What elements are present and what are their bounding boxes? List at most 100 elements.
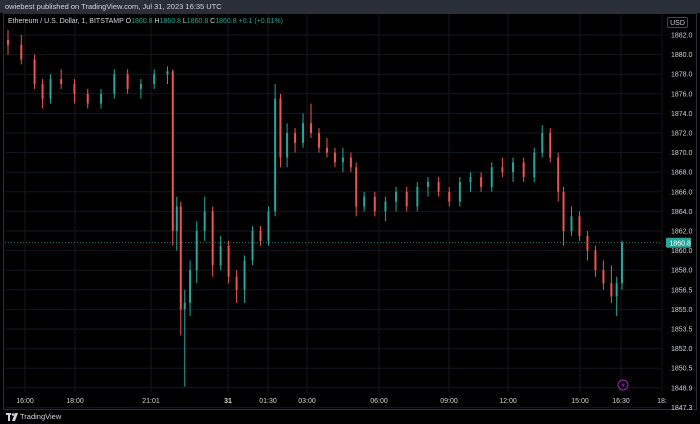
time-tick-label: 31 <box>224 398 232 405</box>
candle-body <box>279 98 282 158</box>
candle-body <box>235 276 238 290</box>
candle-body <box>286 133 289 158</box>
candle <box>179 201 182 336</box>
candle-body <box>469 177 472 182</box>
price-tick-label: 1864.0 <box>671 209 693 216</box>
candle <box>310 103 313 138</box>
candle-body <box>73 84 76 94</box>
price-tick-label: 1860.0 <box>671 248 693 255</box>
candle-body <box>522 162 525 178</box>
candle <box>501 157 504 178</box>
candle <box>373 191 376 217</box>
candle-body <box>175 206 178 231</box>
lightning-icon[interactable] <box>617 379 629 391</box>
candle <box>355 162 358 217</box>
symbol-legend: Ethereum / U.S. Dollar, 1, BITSTAMP O186… <box>8 18 283 25</box>
candle <box>325 137 328 158</box>
candle <box>286 123 289 168</box>
candle-body <box>60 79 63 84</box>
candle-body <box>259 231 262 241</box>
close-value: 1860.8 <box>215 18 237 25</box>
price-tick-label: 1856.5 <box>671 287 693 294</box>
time-tick-label: 09:00 <box>440 398 458 405</box>
last-price-label: 1860.8 <box>670 240 692 247</box>
time-tick-label: 01:30 <box>259 398 277 405</box>
candle <box>302 113 305 148</box>
candle <box>139 79 142 99</box>
price-tick-label: 1853.5 <box>671 327 693 334</box>
candle <box>279 93 282 168</box>
candle-body <box>426 182 429 187</box>
candle <box>522 157 525 182</box>
candle-body <box>416 186 419 207</box>
candle-body <box>139 84 142 89</box>
candle <box>490 162 493 192</box>
candle-body <box>179 206 182 310</box>
candle-body <box>33 59 36 84</box>
candle-body <box>578 216 581 236</box>
low-value: 1860.8 <box>186 18 209 25</box>
candle-body <box>203 211 206 231</box>
candle-body <box>251 231 254 261</box>
time-tick-label: 12:00 <box>499 398 517 405</box>
candle-body <box>302 123 305 143</box>
candle-body <box>541 133 544 153</box>
price-tick-label: 1855.0 <box>671 307 693 314</box>
candle-body <box>448 191 451 202</box>
candle-body <box>153 74 156 84</box>
high-value: 1860.8 <box>159 18 181 25</box>
candle <box>20 35 23 65</box>
candle <box>615 276 618 316</box>
candle-body <box>621 242 623 284</box>
candle <box>416 182 419 212</box>
candle-body <box>594 250 597 271</box>
candle-body <box>562 191 565 231</box>
candle <box>171 69 174 246</box>
candle <box>33 54 36 89</box>
candle <box>480 172 483 192</box>
candle-body <box>602 270 605 284</box>
events-layer <box>617 379 629 391</box>
time-tick-label: 06:00 <box>370 398 388 405</box>
candle-body <box>310 123 313 133</box>
candle <box>533 147 536 182</box>
candle <box>341 147 344 173</box>
candle <box>602 260 605 290</box>
candle <box>349 152 352 173</box>
time-axis: 16:00 18:00 21:01 31 01:30 03:00 06:00 09:00 12:… <box>16 398 667 405</box>
candle <box>512 157 515 182</box>
candle-body <box>349 157 352 168</box>
time-tick-label: 21:01 <box>142 398 160 405</box>
candle <box>183 289 186 387</box>
candle <box>621 240 623 290</box>
price-tick-label: 1872.0 <box>671 131 693 138</box>
candle <box>219 235 222 271</box>
candle-body <box>317 133 320 148</box>
candlestick-chart[interactable]: 1860.8 1882.0 1880.0 1878.0 1876.0 1874.0 187… <box>0 0 700 424</box>
price-tick-label: 1868.0 <box>671 170 693 177</box>
candle-body <box>274 98 277 212</box>
candle-body <box>126 74 129 89</box>
price-tick-label: 1880.0 <box>671 52 693 59</box>
candle-body <box>7 39 9 45</box>
price-tick-label: 1882.0 <box>671 33 693 40</box>
candle-body <box>166 71 169 75</box>
candle <box>211 206 214 277</box>
candle-body <box>49 79 52 99</box>
candle <box>86 88 89 109</box>
candle-body <box>211 211 214 266</box>
candle <box>49 74 52 104</box>
candle-body <box>355 167 358 207</box>
candle <box>251 226 254 266</box>
candle <box>60 69 63 89</box>
currency-button[interactable]: USD <box>667 17 688 28</box>
price-tick-label: 1850.5 <box>671 366 693 373</box>
candle <box>549 128 552 163</box>
price-tick-label: 1876.0 <box>671 91 693 98</box>
candle-body <box>501 167 504 173</box>
candle <box>100 88 103 109</box>
candle-body <box>227 245 230 277</box>
candle-body <box>325 147 328 153</box>
footer: TradingView <box>0 410 700 424</box>
time-tick-label: 03:00 <box>298 398 316 405</box>
